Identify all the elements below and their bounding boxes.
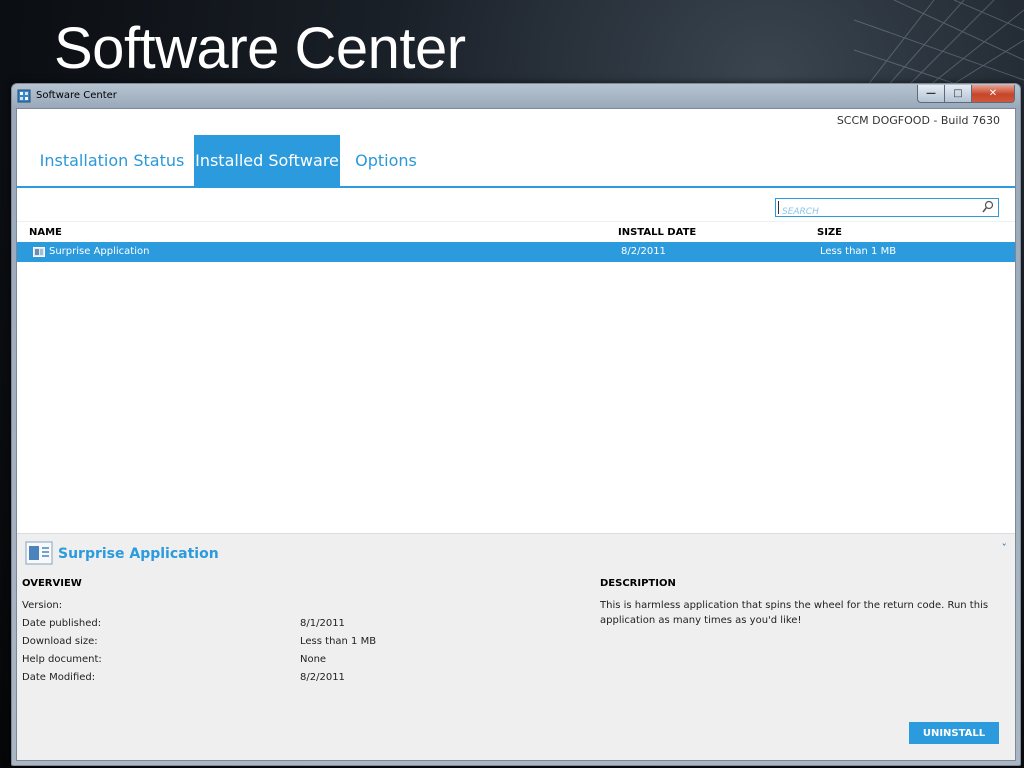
tab-options[interactable]: Options [347,135,425,187]
minimize-button[interactable]: — [917,85,945,103]
search-box[interactable] [775,198,999,220]
column-header-size[interactable]: SIZE [817,227,842,238]
row-size: Less than 1 MB [820,246,897,257]
uninstall-button[interactable]: UNINSTALL [909,722,999,744]
window-title: Software Center [36,90,117,101]
title-bar[interactable]: Software Center — □ ✕ [12,84,1020,108]
overview-heading: OVERVIEW [22,578,82,589]
field-label-date-modified: Date Modified: [22,672,96,683]
field-value-help-document: None [300,654,327,665]
collapse-chevron-icon[interactable]: ˇ [1002,542,1008,555]
field-value-download-size: Less than 1 MB [300,636,377,647]
column-header-install-date[interactable]: INSTALL DATE [618,227,696,238]
field-label-help-document: Help document: [22,654,102,665]
tab-bar: Installation Status Installed Software O… [17,135,1015,187]
field-label-date-published: Date published: [22,618,102,629]
search-input[interactable] [776,204,972,220]
search-icon[interactable] [982,200,994,214]
maximize-button[interactable]: □ [945,85,972,103]
window-controls: — □ ✕ [917,85,1015,103]
build-label: SCCM DOGFOOD - Build 7630 [836,114,1000,127]
slide-title: Software Center [54,16,466,81]
field-value-date-modified: 8/2/2011 [300,672,345,683]
background-decoration [854,0,1024,90]
row-name: Surprise Application [49,246,150,257]
application-icon [33,247,45,257]
description-text: This is harmless application that spins … [600,600,989,626]
field-value-date-published: 8/1/2011 [300,618,345,629]
field-label-version: Version: [22,600,63,611]
column-header-name[interactable]: NAME [29,227,62,238]
tab-installation-status[interactable]: Installation Status [33,135,191,187]
details-pane: Surprise Application ˇ OVERVIEW Version:… [17,533,1015,760]
close-button[interactable]: ✕ [972,85,1015,103]
text-caret [778,201,779,214]
application-icon [25,541,53,565]
software-center-window: Software Center — □ ✕ SCCM DOGFOOD - Bui… [11,83,1021,766]
software-center-app-icon [17,89,31,103]
list-header: NAME INSTALL DATE SIZE [17,221,1015,244]
row-install-date: 8/2/2011 [621,246,666,257]
field-label-download-size: Download size: [22,636,98,647]
description-heading: DESCRIPTION [600,578,676,589]
tab-underline [17,186,1015,188]
detail-title: Surprise Application [58,546,219,562]
client-area: SCCM DOGFOOD - Build 7630 Installation S… [16,108,1016,761]
tab-installed-software[interactable]: Installed Software [194,135,340,187]
table-row[interactable]: Surprise Application 8/2/2011 Less than … [17,242,1015,262]
